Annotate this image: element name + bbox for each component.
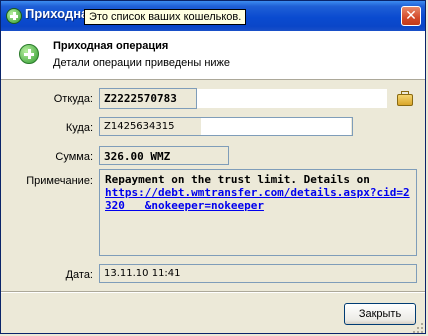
dialog-header: Приходная операция Детали операции приве… <box>1 31 425 80</box>
to-purse: Z1425634315 <box>104 121 175 132</box>
header-subtitle: Детали операции приведены ниже <box>53 57 231 69</box>
from-field-strip <box>197 89 387 108</box>
from-label: Откуда: <box>53 93 93 105</box>
window-title: Приходна <box>25 6 89 21</box>
transaction-dialog: Приходна Это список ваших кошельков. ✕ П… <box>0 0 426 334</box>
from-purse: Z2222570783 <box>104 92 177 105</box>
to-field-strip <box>201 118 351 135</box>
date-label: Дата: <box>65 269 93 281</box>
details-link[interactable]: https://debt.wmtransfer.com/details.aspx… <box>105 186 411 212</box>
note-box[interactable]: Repayment on the trust limit. Details on… <box>99 169 417 256</box>
close-icon: ✕ <box>405 8 417 24</box>
divider <box>1 291 425 293</box>
tooltip: Это список ваших кошельков. <box>84 9 247 25</box>
amount-label: Сумма: <box>55 151 93 163</box>
header-title: Приходная операция <box>53 40 169 52</box>
wallet-button[interactable] <box>396 90 413 106</box>
wallet-icon <box>397 94 413 106</box>
resize-grip-icon[interactable] <box>413 323 423 333</box>
title-bar[interactable]: Приходна Это список ваших кошельков. ✕ <box>1 1 425 31</box>
note-label: Примечание: <box>26 175 93 187</box>
plus-circle-icon <box>6 8 22 24</box>
plus-circle-icon <box>19 44 39 64</box>
to-label: Куда: <box>65 122 93 134</box>
close-button[interactable]: Закрыть <box>344 303 416 325</box>
note-text: Repayment on the trust limit. Details on <box>105 173 370 186</box>
date-value: 13.11.10 11:41 <box>104 268 181 279</box>
amount-value: 326.00 WMZ <box>104 150 171 163</box>
close-window-button[interactable]: ✕ <box>401 6 421 26</box>
